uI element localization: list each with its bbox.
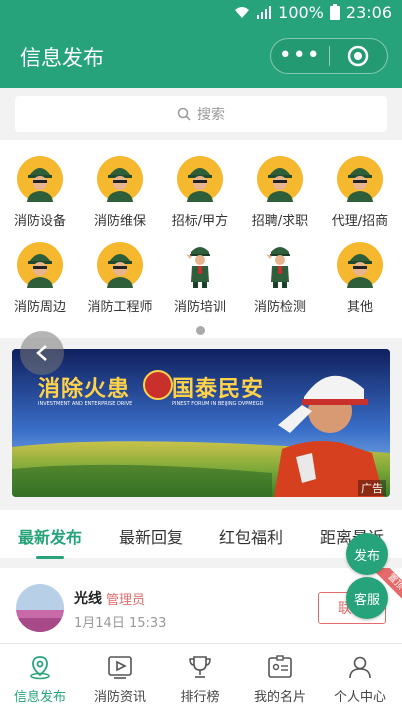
firefighter-avatar-icon	[177, 156, 223, 202]
nav-label: 信息发布	[13, 690, 66, 705]
banner-sub-right: PINEST FORUM IN BEIJING DVPMEGD	[172, 401, 264, 407]
category-item[interactable]: 消防工程师	[80, 226, 160, 315]
category-label: 消防工程师	[87, 300, 153, 315]
banner-sub-left: INVESTMENT AND ENTERPRISE DRIVE	[38, 401, 133, 407]
chevron-left-icon	[36, 345, 47, 361]
saluting-officer-icon	[177, 242, 223, 288]
publish-button[interactable]: 发布	[346, 533, 388, 575]
wifi-icon	[235, 7, 250, 18]
category-label: 消防周边	[13, 300, 66, 315]
customer-service-button[interactable]: 客服	[346, 577, 388, 619]
battery-icon	[329, 4, 340, 20]
ad-label: 广告	[358, 480, 386, 496]
category-item[interactable]: 代理/招商	[320, 140, 400, 229]
post-author-role: 管理员	[106, 593, 146, 608]
firefighter-avatar-icon	[337, 156, 383, 202]
feed-tabs: 最新发布 最新回复 红包福利 距离最近	[0, 510, 402, 559]
avatar[interactable]	[16, 584, 64, 632]
saluting-officer-icon	[257, 242, 303, 288]
category-item[interactable]: 其他	[320, 226, 400, 315]
status-bar: 100% 23:06	[0, 0, 402, 24]
bottom-nav: 信息发布 消防资讯 排行榜 我的名片 个人中心	[0, 643, 402, 713]
signal-icon	[257, 6, 272, 19]
nav-label: 消防资讯	[93, 690, 146, 705]
active-tab-indicator	[36, 556, 64, 559]
nav-ranking[interactable]: 排行榜	[160, 644, 240, 713]
firefighter-avatar-icon	[97, 156, 143, 202]
location-pin-icon	[30, 656, 50, 680]
app-header: 信息发布 •••	[0, 24, 402, 88]
search-bar: 搜索	[0, 88, 402, 140]
nav-fire-news[interactable]: 消防资讯	[80, 644, 160, 713]
nav-my-card[interactable]: 我的名片	[240, 644, 320, 713]
post-card[interactable]: 光线 管理员 1月14日 15:33 联系	[0, 568, 402, 644]
firefighter-avatar-icon	[17, 242, 63, 288]
grid-page-indicator[interactable]	[196, 326, 205, 335]
firefighter-avatar-icon	[257, 156, 303, 202]
banner-headline-right: 国泰民安	[172, 377, 265, 402]
banner-ad[interactable]: 消除火患 国泰民安 INVESTMENT AND ENTERPRISE DRIV…	[12, 349, 390, 497]
post-time: 1月14日 15:33	[74, 616, 167, 631]
search-icon	[177, 107, 191, 121]
category-item[interactable]: 消防检测	[240, 226, 320, 315]
category-item[interactable]: 消防维保	[80, 140, 160, 229]
battery-percent: 100%	[278, 2, 324, 22]
banner-headline-left: 消除火患	[38, 377, 131, 402]
category-label: 其他	[346, 300, 373, 315]
category-label: 消防培训	[173, 300, 226, 315]
category-item[interactable]: 消防设备	[0, 140, 80, 229]
user-icon	[349, 656, 371, 679]
more-button[interactable]: •••	[271, 38, 329, 74]
search-input[interactable]: 搜索	[15, 96, 387, 132]
tab-red-packet[interactable]: 红包福利	[219, 524, 283, 548]
category-item[interactable]: 消防周边	[0, 226, 80, 315]
nav-personal-center[interactable]: 个人中心	[320, 644, 400, 713]
firefighter-avatar-icon	[97, 242, 143, 288]
banner-prev-button[interactable]	[20, 331, 64, 375]
trophy-icon	[189, 656, 211, 678]
search-placeholder: 搜索	[197, 107, 225, 123]
tab-latest[interactable]: 最新发布	[18, 524, 82, 548]
category-item[interactable]: 招标/甲方	[160, 140, 240, 229]
category-item[interactable]: 消防培训	[160, 226, 240, 315]
nav-label: 个人中心	[333, 690, 386, 705]
id-card-icon	[268, 655, 292, 678]
video-play-icon	[108, 656, 132, 679]
firefighter-avatar-icon	[17, 156, 63, 202]
target-close-icon	[347, 45, 369, 67]
category-item[interactable]: 招聘/求职	[240, 140, 320, 229]
nav-label: 排行榜	[180, 690, 220, 705]
nav-info-publish[interactable]: 信息发布	[0, 644, 80, 713]
category-label: 消防检测	[253, 300, 306, 315]
mini-program-capsule: •••	[270, 38, 388, 74]
nav-label: 我的名片	[253, 690, 306, 705]
page-title: 信息发布	[20, 46, 104, 70]
post-author: 光线	[74, 591, 102, 607]
firefighter-avatar-icon	[337, 242, 383, 288]
clock: 23:06	[345, 2, 392, 22]
close-button[interactable]	[329, 45, 387, 67]
tab-latest-reply[interactable]: 最新回复	[119, 524, 183, 548]
